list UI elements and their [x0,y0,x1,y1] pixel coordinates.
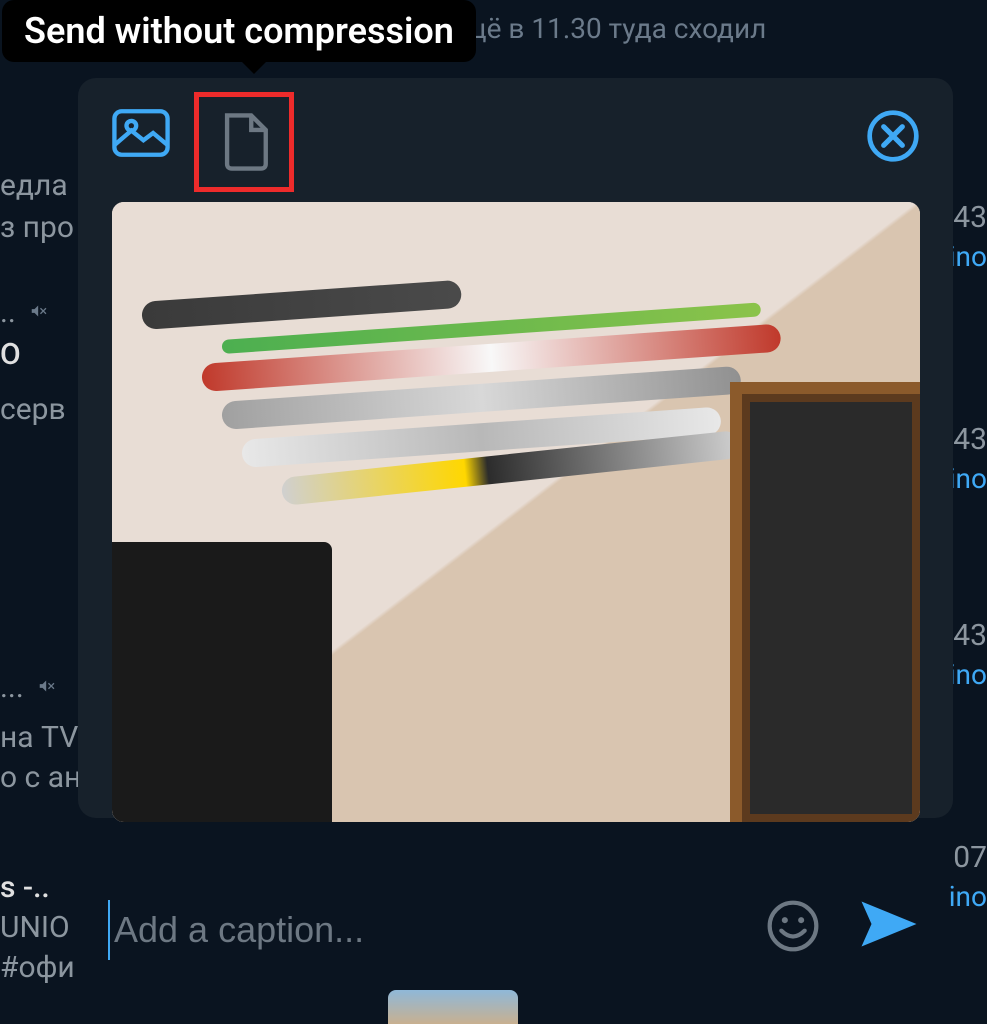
bg-text-fragment: .. [0,295,51,330]
attachment-preview-panel [78,78,953,818]
close-button[interactable] [865,108,921,164]
send-icon [859,898,919,950]
bg-status-fragment: ino [949,240,987,273]
bg-status-fragment: ino [949,658,987,691]
bg-text-fragment: на TV [0,720,78,755]
bg-text-fragment: серв [0,392,66,427]
emoji-icon [765,898,821,954]
muted-icon [29,300,51,328]
send-as-file-button[interactable] [194,92,294,192]
close-icon [865,108,921,164]
send-button[interactable] [859,898,923,962]
bg-status-fragment: ino [949,462,987,495]
bg-text-fragment: UNIO [0,910,70,945]
bg-text-fragment: з про [0,210,74,245]
muted-icon [37,675,59,703]
bg-text-fragment: #офи [0,950,75,985]
bg-text-fragment: О [0,337,21,372]
bg-text-fragment: едла [0,168,68,203]
bg-text-fragment: ... [0,670,59,705]
bg-status-fragment: ino [949,880,987,913]
bg-time-fragment: 43 [953,618,987,653]
attachment-image-preview[interactable] [112,202,920,822]
bg-thumbnail [388,990,518,1024]
bg-time-fragment: 43 [953,200,987,235]
caption-input[interactable] [108,900,765,960]
bg-time-fragment: 43 [953,422,987,457]
panel-header [78,88,953,198]
bg-text-fragment: s -.. [0,870,50,905]
bg-time-fragment: 07 [953,840,987,875]
send-without-compression-tooltip: Send without compression [2,0,476,62]
emoji-button[interactable] [765,898,829,962]
image-icon [112,108,170,158]
file-icon [219,113,269,171]
send-as-photo-button[interactable] [112,108,172,168]
caption-row [78,870,953,990]
bg-text-fragment: о с ан [0,760,81,795]
bg-message-text: цё в 11.30 туда сходил [470,12,766,45]
